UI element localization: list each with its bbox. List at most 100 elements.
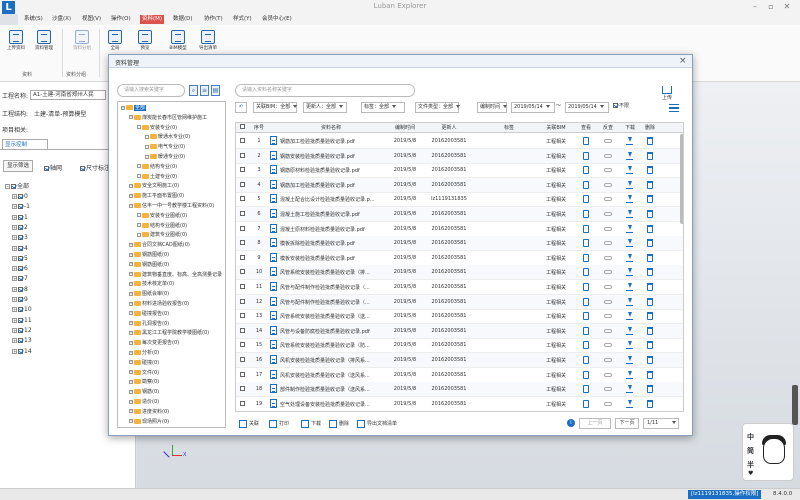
table-row[interactable]: 16 风机安装检验批质量验收记录（排风系... 2019/5/8 2016200358… — [236, 353, 683, 368]
trash-icon[interactable] — [647, 210, 653, 218]
download-icon[interactable] — [626, 312, 633, 321]
tree-floor-item[interactable]: +2 — [12, 223, 28, 233]
row-checkbox[interactable] — [240, 240, 246, 246]
trash-icon[interactable] — [647, 268, 653, 277]
tree-floor-item[interactable]: +12 — [12, 326, 32, 336]
row-file-name[interactable]: 混凝土施工检验批质量验收记录.pdf — [280, 211, 384, 218]
tree-floor-item[interactable]: +7 — [12, 274, 28, 284]
tree-node[interactable]: 结构专业图纸(0) — [137, 222, 187, 230]
row-file-name[interactable]: 混凝土配合比设计检验批质量验收记录.p... — [280, 196, 384, 203]
download-icon[interactable] — [626, 326, 633, 335]
tree-node[interactable]: 暖通专业(0) — [145, 153, 185, 161]
export-list-button[interactable]: 导出清单 — [196, 30, 220, 51]
menu-operate[interactable]: 操作(O) — [109, 15, 133, 24]
tree-root-all[interactable]: − 全部 — [5, 182, 29, 192]
tree-node[interactable]: − 勘察(0) — [129, 378, 159, 386]
next-page-button[interactable]: 下一页 — [615, 418, 639, 429]
row-file-name[interactable]: 风管系统安装检验批质量验收记录（送... — [280, 313, 384, 320]
tree-floor-item[interactable]: +6 — [12, 264, 28, 274]
tree-floor-item[interactable]: +5 — [12, 254, 28, 264]
prev-page-button[interactable]: 上一页 — [579, 418, 611, 429]
print-button[interactable]: 打印 — [269, 418, 289, 430]
link-button[interactable]: 关联 — [239, 418, 259, 430]
row-file-name[interactable]: 混凝土原材料检验批质量验收记录.pdf — [280, 226, 384, 233]
table-row[interactable]: 19 空气处理设备安装检验批质量验收记录... 2019/5/8 2016200358… — [236, 397, 683, 411]
download-icon[interactable] — [626, 253, 633, 262]
tree-node[interactable]: − 钢筋图纸(0) — [129, 261, 169, 269]
tree-node[interactable]: − 建筑物垂直度、标高、全高测量记录 — [129, 271, 222, 279]
row-checkbox[interactable] — [240, 138, 246, 144]
trash-icon[interactable] — [647, 239, 653, 248]
menu-database[interactable]: 数据(D) — [171, 15, 195, 24]
tree-node[interactable]: − 煤炭能长春市区管网维护施工 — [129, 114, 207, 122]
delete-button[interactable]: 删除 — [329, 418, 349, 430]
menu-view[interactable]: 视图(V) — [80, 15, 103, 24]
download-icon[interactable] — [626, 297, 633, 306]
reverse-lookup-icon[interactable] — [604, 168, 612, 173]
row-file-name[interactable]: 部件制作检验批质量验收记录（送风系... — [280, 386, 384, 393]
row-file-name[interactable]: 风管系统安装检验批质量验收记录（防... — [280, 342, 384, 349]
trash-icon[interactable] — [647, 253, 653, 262]
maximize-button[interactable]: ▫ — [764, 1, 778, 12]
tree-node[interactable]: − 文件(0) — [129, 369, 159, 377]
row-file-name[interactable]: 风管与配件制作检验批质量验收记录（... — [280, 284, 384, 291]
tree-node[interactable]: − 碰撞(0) — [129, 359, 159, 367]
row-checkbox[interactable] — [240, 313, 246, 319]
tree-node[interactable]: 结构专业(0) — [137, 163, 177, 171]
tree-floor-item[interactable]: +9 — [12, 295, 28, 305]
reverse-lookup-icon[interactable] — [604, 328, 612, 333]
tree-floor-item[interactable]: +11 — [12, 316, 32, 326]
tree-node[interactable]: − 合同文档CAD图纸(0) — [129, 241, 190, 249]
reverse-lookup-icon[interactable] — [604, 241, 612, 246]
trash-icon[interactable] — [647, 137, 653, 145]
tree-floor-item[interactable]: +8 — [12, 285, 28, 295]
reverse-lookup-icon[interactable] — [604, 153, 612, 158]
tree-floor-item[interactable]: +4 — [12, 244, 28, 254]
filter-bim-select[interactable]: 关联BIM：全部 — [253, 102, 298, 113]
tree-node[interactable]: − 碰撞报告(0) — [129, 310, 169, 318]
download-icon[interactable] — [626, 370, 633, 379]
row-checkbox[interactable] — [240, 327, 246, 334]
reverse-lookup-icon[interactable] — [604, 299, 612, 304]
reverse-lookup-icon[interactable] — [604, 270, 612, 275]
view-icon[interactable] — [583, 326, 589, 335]
project-select[interactable]: A1-土建-河南省郑州人民 — [30, 90, 106, 100]
row-file-name[interactable]: 风管系统安装检验批质量验收记录（排... — [280, 269, 384, 276]
table-search-input[interactable]: 请输入资料名称关键字 — [235, 84, 415, 97]
download-icon[interactable] — [626, 180, 633, 189]
row-checkbox[interactable] — [240, 386, 246, 392]
trash-icon[interactable] — [647, 180, 653, 189]
row-checkbox[interactable] — [240, 269, 246, 275]
tree-node[interactable]: 暖通水专业(0) — [145, 133, 190, 141]
reverse-lookup-icon[interactable] — [604, 212, 612, 216]
filter-tag-select[interactable]: 标签：全部 — [361, 102, 405, 113]
reverse-lookup-icon[interactable] — [604, 226, 612, 231]
reverse-lookup-icon[interactable] — [604, 401, 612, 406]
date-from-input[interactable]: 2019/05/14 — [511, 102, 555, 113]
menu-member[interactable]: 会员中心(E) — [260, 15, 294, 24]
table-row[interactable]: 6 混凝土施工检验批质量验收记录.pdf 2019/5/8 20162003581 工程… — [236, 207, 683, 222]
header-checkbox[interactable] — [240, 124, 246, 130]
upload-data-button[interactable]: 上传资料 — [4, 30, 28, 51]
view-icon[interactable] — [583, 253, 589, 262]
view-icon[interactable] — [583, 312, 589, 321]
view-icon[interactable] — [583, 210, 589, 218]
tree-node[interactable]: − 黑龙江工程学院教学楼图纸(0) — [129, 329, 209, 337]
tree-floor-item[interactable]: +1 — [12, 213, 28, 223]
row-file-name[interactable]: 模板安装检验批质量验收记录.pdf — [280, 255, 384, 262]
row-file-name[interactable]: 钢筋安装检验批质量验收记录.pdf — [280, 153, 384, 160]
trash-icon[interactable] — [647, 312, 653, 321]
download-icon[interactable] — [626, 137, 633, 145]
table-row[interactable]: 1 钢筋加工检验批质量验收记录.pdf 2019/5/8 20162003581 工程相… — [236, 134, 683, 149]
trash-icon[interactable] — [647, 326, 653, 335]
row-checkbox[interactable] — [240, 211, 246, 217]
grid-checkbox[interactable]: 轴网 — [44, 163, 62, 172]
preview-button[interactable]: 预览 — [133, 30, 157, 51]
dialog-close-button[interactable]: × — [679, 56, 687, 66]
tab-display-control[interactable]: 显示控制 — [2, 139, 48, 149]
row-file-name[interactable]: 风管与设备防腐检验批质量验收记录.pdf — [280, 328, 384, 335]
reverse-lookup-icon[interactable] — [604, 358, 612, 362]
tree-floor-item[interactable]: +0 — [12, 192, 28, 202]
row-checkbox[interactable] — [240, 342, 246, 348]
display-filter-button[interactable]: 显示筛选 — [3, 160, 34, 172]
